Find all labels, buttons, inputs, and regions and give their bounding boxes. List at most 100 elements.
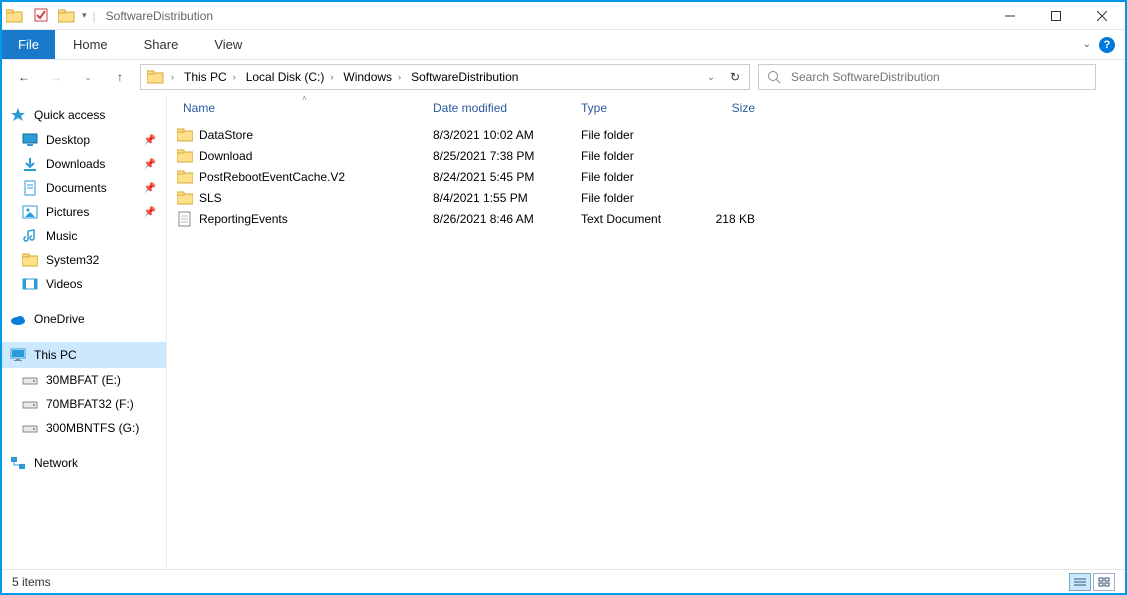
status-item-count: 5 items <box>12 575 51 589</box>
file-date: 8/3/2021 10:02 AM <box>427 128 575 142</box>
folder-icon <box>22 252 38 268</box>
folder-icon <box>177 169 195 185</box>
breadcrumb-thispc[interactable]: This PC› <box>180 65 242 89</box>
sidebar-drive[interactable]: 300MBNTFS (G:) <box>2 416 166 440</box>
address-bar[interactable]: › This PC› Local Disk (C:)› Windows› Sof… <box>140 64 750 90</box>
breadcrumb-windows[interactable]: Windows› <box>339 65 407 89</box>
folder-icon <box>177 190 195 206</box>
quick-access-toolbar: ▾ | <box>2 8 100 24</box>
sidebar-item-pictures[interactable]: Pictures📌 <box>2 200 166 224</box>
sidebar-item-system32[interactable]: System32 <box>2 248 166 272</box>
app-icon <box>6 8 24 24</box>
close-button[interactable] <box>1079 2 1125 30</box>
sidebar-drive[interactable]: 70MBFAT32 (F:) <box>2 392 166 416</box>
sidebar-item-documents[interactable]: Documents📌 <box>2 176 166 200</box>
forward-button[interactable]: → <box>44 65 68 89</box>
file-name: SLS <box>195 191 427 205</box>
recent-dropdown[interactable]: ⌄ <box>76 65 100 89</box>
videos-icon <box>22 276 38 292</box>
maximize-button[interactable] <box>1033 2 1079 30</box>
view-details-button[interactable] <box>1069 573 1091 591</box>
qat-newfolder-icon[interactable] <box>58 8 76 24</box>
column-size[interactable]: Size <box>695 101 765 115</box>
search-input[interactable] <box>791 70 1087 84</box>
breadcrumb-current[interactable]: SoftwareDistribution <box>407 65 522 89</box>
sidebar-drive[interactable]: 30MBFAT (E:) <box>2 368 166 392</box>
column-name[interactable]: Name <box>177 101 427 115</box>
desktop-icon <box>22 132 38 148</box>
column-date[interactable]: Date modified <box>427 101 575 115</box>
thispc-icon <box>10 347 26 363</box>
help-icon[interactable]: ? <box>1099 37 1115 53</box>
navigation-row: ← → ⌄ ↑ › This PC› Local Disk (C:)› Wind… <box>2 60 1125 94</box>
file-type: Text Document <box>575 212 695 226</box>
tab-view[interactable]: View <box>196 30 260 59</box>
up-button[interactable]: ↑ <box>108 65 132 89</box>
file-date: 8/25/2021 7:38 PM <box>427 149 575 163</box>
file-type: File folder <box>575 170 695 184</box>
view-large-icons-button[interactable] <box>1093 573 1115 591</box>
breadcrumb-drive[interactable]: Local Disk (C:)› <box>242 65 340 89</box>
file-row[interactable]: Download8/25/2021 7:38 PMFile folder <box>167 145 1125 166</box>
file-row[interactable]: ReportingEvents8/26/2021 8:46 AMText Doc… <box>167 208 1125 229</box>
file-name: DataStore <box>195 128 427 142</box>
pin-icon: 📌 <box>144 135 156 146</box>
sidebar-item-downloads[interactable]: Downloads📌 <box>2 152 166 176</box>
back-button[interactable]: ← <box>12 65 36 89</box>
folder-icon <box>177 148 195 164</box>
file-date: 8/4/2021 1:55 PM <box>427 191 575 205</box>
nav-quick-access[interactable]: Quick access <box>2 102 166 128</box>
file-type: File folder <box>575 149 695 163</box>
sort-indicator-icon: ˄ <box>302 94 307 103</box>
file-name: ReportingEvents <box>195 212 427 226</box>
file-row[interactable]: SLS8/4/2021 1:55 PMFile folder <box>167 187 1125 208</box>
qat-dropdown-icon[interactable]: ▾ <box>78 10 91 21</box>
file-type: File folder <box>575 191 695 205</box>
file-row[interactable]: DataStore8/3/2021 10:02 AMFile folder <box>167 124 1125 145</box>
sidebar-item-videos[interactable]: Videos <box>2 272 166 296</box>
file-tab[interactable]: File <box>2 30 55 59</box>
downloads-icon <box>22 156 38 172</box>
breadcrumb-root-icon[interactable]: › <box>143 65 180 89</box>
navigation-pane: Quick access Desktop📌Downloads📌Documents… <box>2 94 167 569</box>
address-dropdown-icon[interactable]: ⌄ <box>699 65 723 89</box>
file-name: PostRebootEventCache.V2 <box>195 170 427 184</box>
star-icon <box>10 107 26 123</box>
qat-properties-icon[interactable] <box>34 8 50 24</box>
tab-share[interactable]: Share <box>126 30 197 59</box>
drive-icon <box>22 372 38 388</box>
sidebar-item-music[interactable]: Music <box>2 224 166 248</box>
column-type[interactable]: Type <box>575 101 695 115</box>
pin-icon: 📌 <box>144 207 156 218</box>
file-row[interactable]: PostRebootEventCache.V28/24/2021 5:45 PM… <box>167 166 1125 187</box>
window-title: SoftwareDistribution <box>106 9 213 23</box>
file-icon <box>177 211 195 227</box>
status-bar: 5 items <box>2 569 1125 593</box>
onedrive-icon <box>10 311 26 327</box>
drive-icon <box>22 396 38 412</box>
nav-network[interactable]: Network <box>2 450 166 476</box>
nav-onedrive[interactable]: OneDrive <box>2 306 166 332</box>
file-date: 8/26/2021 8:46 AM <box>427 212 575 226</box>
nav-this-pc[interactable]: This PC <box>2 342 166 368</box>
search-icon <box>767 70 781 84</box>
file-date: 8/24/2021 5:45 PM <box>427 170 575 184</box>
pin-icon: 📌 <box>144 183 156 194</box>
file-list-pane: ˄ Name Date modified Type Size DataStore… <box>167 94 1125 569</box>
search-box[interactable] <box>758 64 1096 90</box>
file-size: 218 KB <box>695 212 765 226</box>
pictures-icon <box>22 204 38 220</box>
ribbon: File Home Share View ⌄ ? <box>2 30 1125 60</box>
titlebar: ▾ | SoftwareDistribution <box>2 2 1125 30</box>
minimize-button[interactable] <box>987 2 1033 30</box>
refresh-button[interactable]: ↻ <box>723 65 747 89</box>
file-name: Download <box>195 149 427 163</box>
documents-icon <box>22 180 38 196</box>
drive-icon <box>22 420 38 436</box>
music-icon <box>22 228 38 244</box>
sidebar-item-desktop[interactable]: Desktop📌 <box>2 128 166 152</box>
network-icon <box>10 455 26 471</box>
ribbon-expand-icon[interactable]: ⌄ <box>1083 39 1091 50</box>
tab-home[interactable]: Home <box>55 30 126 59</box>
column-headers[interactable]: ˄ Name Date modified Type Size <box>167 94 1125 122</box>
